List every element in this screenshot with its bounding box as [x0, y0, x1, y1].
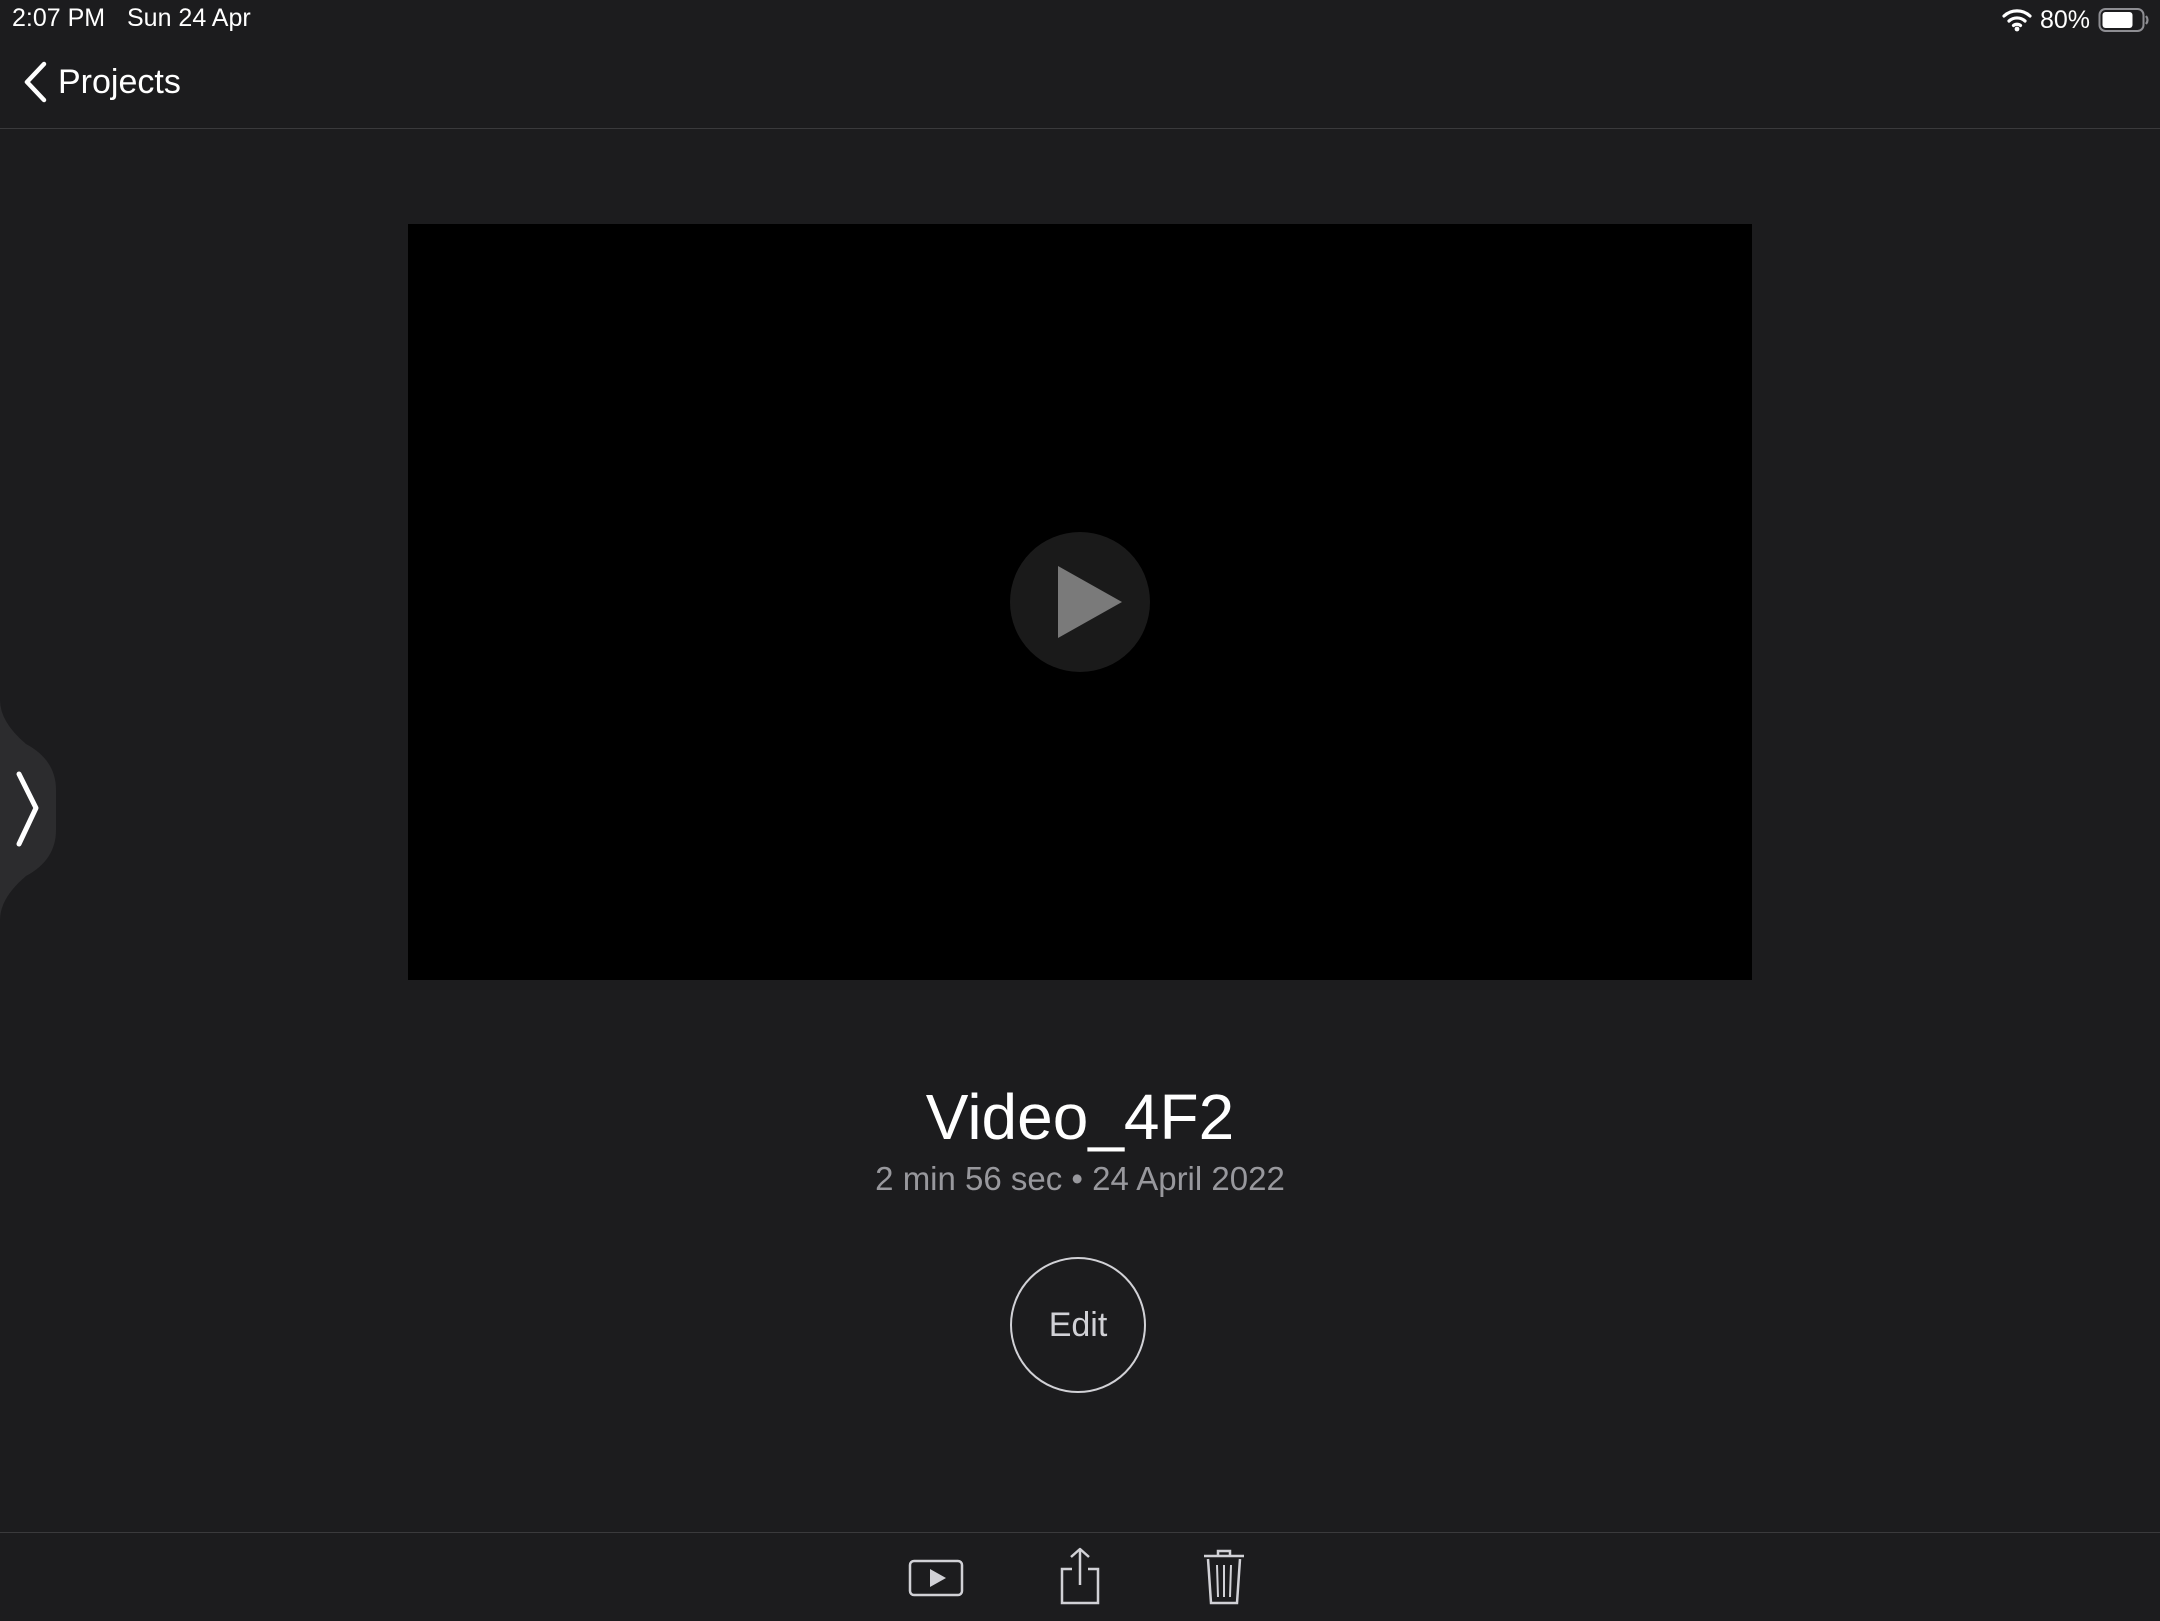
video-preview[interactable]	[408, 224, 1752, 980]
back-button[interactable]: Projects	[22, 60, 181, 104]
battery-icon	[2098, 7, 2150, 33]
edit-button[interactable]: Edit	[1010, 1257, 1146, 1393]
chevron-left-icon	[22, 60, 48, 104]
nav-bar: Projects	[0, 40, 2160, 129]
project-title: Video_4F2	[925, 1081, 1235, 1153]
trash-icon	[1204, 1549, 1244, 1605]
battery-percentage: 80%	[2039, 5, 2090, 34]
play-icon	[1058, 566, 1122, 638]
back-label: Projects	[58, 62, 181, 101]
status-indicators: 80%	[2002, 4, 2150, 36]
wifi-icon	[2002, 8, 2032, 32]
play-button[interactable]	[1010, 532, 1150, 672]
delete-button[interactable]	[1194, 1547, 1254, 1607]
play-theater-button[interactable]	[906, 1547, 966, 1607]
share-button[interactable]	[1050, 1547, 1110, 1607]
share-icon	[1060, 1547, 1100, 1605]
play-theater-icon	[908, 1559, 964, 1597]
status-bar: 2:07 PM Sun 24 Apr 80%	[0, 0, 2160, 40]
project-meta: 2 min 56 sec • 24 April 2022	[875, 1160, 1285, 1197]
bottom-toolbar	[0, 1532, 2160, 1621]
status-date: Sun 24 Apr	[127, 4, 251, 32]
status-time: 2:07 PM	[12, 4, 106, 32]
sidebar-toggle[interactable]	[0, 700, 56, 920]
